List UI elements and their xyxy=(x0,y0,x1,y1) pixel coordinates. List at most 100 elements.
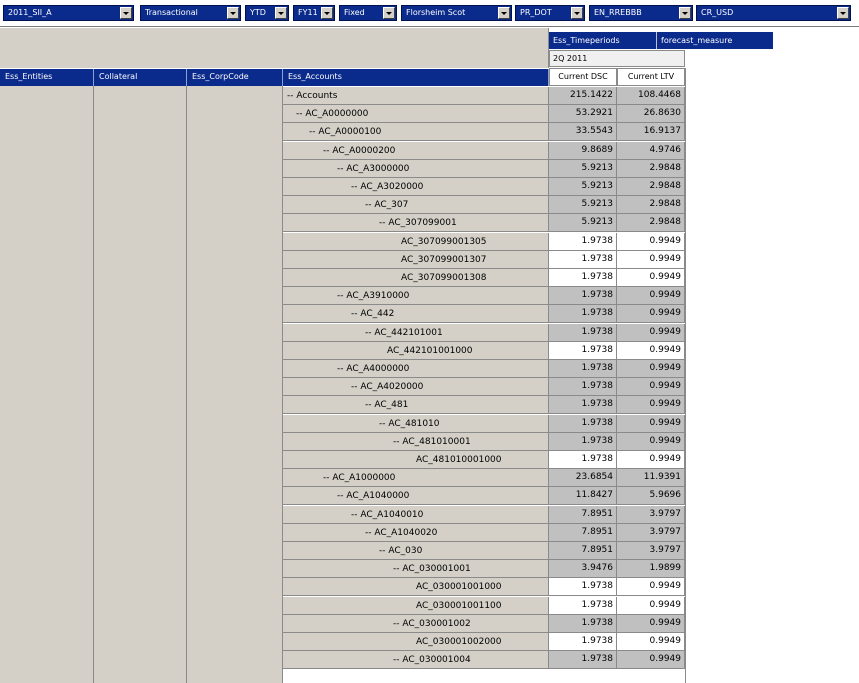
account-member-label[interactable]: -- AC_030 xyxy=(283,542,549,560)
row-dim-header-collateral[interactable]: Collateral xyxy=(94,69,187,86)
cell-current-dsc[interactable]: 1.9738 xyxy=(549,651,617,670)
account-member-label[interactable]: -- AC_030001002 xyxy=(283,614,549,633)
account-member-label[interactable]: -- AC_481010001 xyxy=(283,432,549,451)
cell-current-dsc[interactable]: 1.9738 xyxy=(549,323,617,342)
cell-current-ltv[interactable]: 0.9949 xyxy=(617,232,685,251)
cell-current-ltv[interactable]: 4.9746 xyxy=(617,141,685,160)
account-member-label[interactable]: -- AC_442101001 xyxy=(283,323,549,342)
chevron-down-icon[interactable] xyxy=(498,7,510,19)
cell-current-ltv[interactable]: 0.9949 xyxy=(617,614,685,633)
cell-current-dsc[interactable]: 5.9213 xyxy=(549,159,617,178)
pov-dropdown-year[interactable]: FY11 xyxy=(293,5,335,21)
measure-header-ltv[interactable]: Current LTV xyxy=(617,68,685,86)
cell-current-dsc[interactable]: 1.9738 xyxy=(549,432,617,451)
chevron-down-icon[interactable] xyxy=(227,7,239,19)
chevron-down-icon[interactable] xyxy=(275,7,287,19)
cell-current-dsc[interactable]: 53.2921 xyxy=(549,105,617,124)
row-dim-header-entities[interactable]: Ess_Entities xyxy=(0,69,94,86)
chevron-down-icon[interactable] xyxy=(679,7,691,19)
cell-current-ltv[interactable]: 3.9797 xyxy=(617,505,685,524)
pov-dropdown-entity[interactable]: EN_RREBBB xyxy=(589,5,693,21)
account-member-label[interactable]: -- AC_A4000000 xyxy=(283,360,549,378)
cell-current-ltv[interactable]: 3.9797 xyxy=(617,523,685,542)
cell-current-dsc[interactable]: 3.9476 xyxy=(549,560,617,579)
cell-current-ltv[interactable]: 3.9797 xyxy=(617,542,685,560)
account-member-label[interactable]: -- AC_A0000000 xyxy=(283,105,549,124)
cell-current-dsc[interactable]: 1.9738 xyxy=(549,232,617,251)
measure-header-dsc[interactable]: Current DSC xyxy=(549,68,617,86)
cell-current-ltv[interactable]: 0.9949 xyxy=(617,451,685,469)
cell-current-dsc[interactable]: 5.9213 xyxy=(549,196,617,215)
cell-current-ltv[interactable]: 2.9848 xyxy=(617,178,685,196)
pov-dropdown-view[interactable]: YTD xyxy=(245,5,289,21)
chevron-down-icon[interactable] xyxy=(571,7,583,19)
cell-current-dsc[interactable]: 9.8689 xyxy=(549,141,617,160)
cell-current-ltv[interactable]: 0.9949 xyxy=(617,360,685,378)
cell-current-dsc[interactable]: 1.9738 xyxy=(549,396,617,415)
account-member-label[interactable]: AC_030001001000 xyxy=(283,578,549,597)
cell-current-dsc[interactable]: 1.9738 xyxy=(549,578,617,597)
account-member-label[interactable]: -- AC_A3000000 xyxy=(283,159,549,178)
account-member-label[interactable]: AC_030001001100 xyxy=(283,596,549,615)
account-member-label[interactable]: -- AC_307 xyxy=(283,196,549,215)
account-member-label[interactable]: -- AC_442 xyxy=(283,305,549,324)
cell-current-dsc[interactable]: 1.9738 xyxy=(549,360,617,378)
cell-current-ltv[interactable]: 2.9848 xyxy=(617,159,685,178)
column-dimension-header[interactable]: Ess_Timeperiods forecast_measure xyxy=(549,32,773,49)
account-member-label[interactable]: AC_307099001308 xyxy=(283,269,549,287)
cell-current-ltv[interactable]: 16.9137 xyxy=(617,123,685,142)
cell-current-ltv[interactable]: 0.9949 xyxy=(617,633,685,651)
cell-current-dsc[interactable]: 1.9738 xyxy=(549,596,617,615)
period-header[interactable]: 2Q 2011 xyxy=(549,50,685,67)
row-dim-header-corpcode[interactable]: Ess_CorpCode xyxy=(187,69,283,86)
pov-dropdown-currency[interactable]: CR_USD xyxy=(696,5,851,21)
account-member-label[interactable]: -- AC_030001004 xyxy=(283,651,549,670)
cell-current-ltv[interactable]: 0.9949 xyxy=(617,269,685,287)
cell-current-dsc[interactable]: 23.6854 xyxy=(549,469,617,488)
cell-current-ltv[interactable]: 26.8630 xyxy=(617,105,685,124)
cell-current-ltv[interactable]: 1.9899 xyxy=(617,560,685,579)
cell-current-ltv[interactable]: 0.9949 xyxy=(617,432,685,451)
cell-current-dsc[interactable]: 5.9213 xyxy=(549,178,617,196)
cell-current-dsc[interactable]: 1.9738 xyxy=(549,378,617,397)
chevron-down-icon[interactable] xyxy=(120,7,132,19)
cell-current-ltv[interactable]: 2.9848 xyxy=(617,196,685,215)
account-member-label[interactable]: AC_481010001000 xyxy=(283,451,549,469)
cell-current-ltv[interactable]: 0.9949 xyxy=(617,305,685,324)
cell-current-dsc[interactable]: 5.9213 xyxy=(549,214,617,233)
cell-current-dsc[interactable]: 1.9738 xyxy=(549,287,617,306)
cell-current-dsc[interactable]: 1.9738 xyxy=(549,614,617,633)
cell-current-dsc[interactable]: 1.9738 xyxy=(549,414,617,433)
chevron-down-icon[interactable] xyxy=(837,7,849,19)
account-member-label[interactable]: -- AC_A0000200 xyxy=(283,141,549,160)
account-member-label[interactable]: AC_442101001000 xyxy=(283,341,549,360)
cell-current-dsc[interactable]: 1.9738 xyxy=(549,305,617,324)
cell-current-dsc[interactable]: 7.8951 xyxy=(549,523,617,542)
cell-current-ltv[interactable]: 0.9949 xyxy=(617,323,685,342)
account-member-label[interactable]: AC_307099001305 xyxy=(283,232,549,251)
cell-current-ltv[interactable]: 0.9949 xyxy=(617,396,685,415)
account-member-label[interactable]: -- AC_481 xyxy=(283,396,549,415)
account-member-label[interactable]: -- AC_A3910000 xyxy=(283,287,549,306)
cell-current-ltv[interactable]: 0.9949 xyxy=(617,651,685,670)
pov-dropdown-scenario[interactable]: 2011_SII_A xyxy=(3,5,134,21)
account-member-label[interactable]: -- AC_A4020000 xyxy=(283,378,549,397)
account-member-label[interactable]: -- Accounts xyxy=(283,87,549,105)
cell-current-ltv[interactable]: 11.9391 xyxy=(617,469,685,488)
account-member-label[interactable]: -- AC_A1040020 xyxy=(283,523,549,542)
account-member-label[interactable]: -- AC_A1040000 xyxy=(283,487,549,506)
cell-current-dsc[interactable]: 215.1422 xyxy=(549,87,617,105)
account-member-label[interactable]: AC_030001002000 xyxy=(283,633,549,651)
account-member-label[interactable]: -- AC_307099001 xyxy=(283,214,549,233)
cell-current-dsc[interactable]: 1.9738 xyxy=(549,269,617,287)
pov-dropdown-type[interactable]: Transactional xyxy=(140,5,241,21)
pov-dropdown-property[interactable]: Florsheim Scot xyxy=(401,5,512,21)
account-member-label[interactable]: -- AC_481010 xyxy=(283,414,549,433)
account-member-label[interactable]: -- AC_A3020000 xyxy=(283,178,549,196)
cell-current-ltv[interactable]: 2.9848 xyxy=(617,214,685,233)
cell-current-dsc[interactable]: 1.9738 xyxy=(549,451,617,469)
cell-current-dsc[interactable]: 33.5543 xyxy=(549,123,617,142)
cell-current-dsc[interactable]: 1.9738 xyxy=(549,633,617,651)
cell-current-dsc[interactable]: 1.9738 xyxy=(549,250,617,269)
cell-current-ltv[interactable]: 5.9696 xyxy=(617,487,685,506)
